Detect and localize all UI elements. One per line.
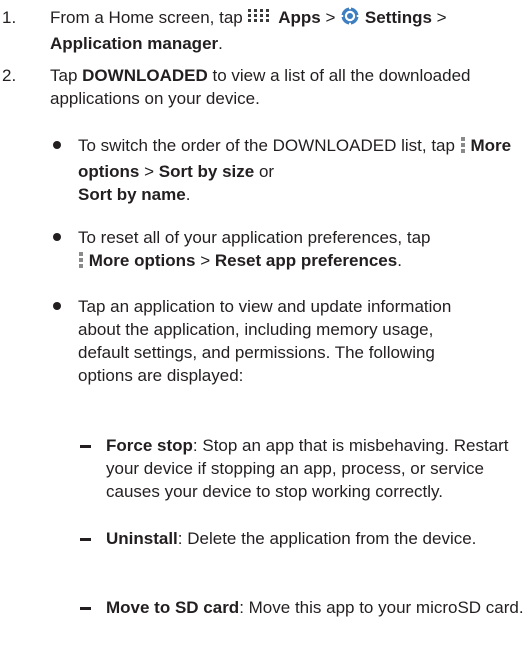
downloaded-label: DOWNLOADED (82, 66, 208, 85)
bullet-dot (53, 302, 61, 310)
apps-grid-icon (247, 8, 273, 32)
option-desc: : Delete the application from the device… (177, 529, 477, 548)
step-text: From a Home screen, tap Apps > Settings … (50, 6, 520, 55)
bullet-dot (53, 141, 61, 149)
bullet-dot (53, 233, 61, 241)
step-number: 2. (2, 66, 17, 85)
step-lead: Tap (50, 66, 78, 85)
bullet-text: Tap an application to view and update in… (78, 297, 452, 385)
period: . (185, 185, 191, 204)
dash-mark (80, 538, 91, 541)
separator: > (200, 251, 211, 270)
bullet-lead: To switch the order of the DOWNLOADED li… (78, 136, 455, 155)
more-options-icon (78, 251, 84, 275)
bullet-text: To switch the order of the DOWNLOADED li… (78, 134, 518, 206)
bullet-lead: To reset all of your application prefere… (78, 228, 431, 247)
step-number: 1. (2, 8, 17, 27)
settings-label: Settings (364, 8, 432, 27)
more-options-icon (460, 136, 466, 160)
sort-by-name-label: Sort by name (78, 185, 186, 204)
step-lead: From a Home screen, tap (50, 8, 243, 27)
reset-app-preferences-label: Reset app preferences (214, 251, 398, 270)
application-manager-label: Application manager (50, 34, 219, 53)
dash-mark (80, 445, 91, 448)
option-text: Move to SD card: Move this app to your m… (106, 596, 526, 619)
apps-label: Apps (278, 8, 321, 27)
option-text: Uninstall: Delete the application from t… (106, 527, 526, 550)
option-desc: : Move this app to your microSD card. (239, 598, 524, 617)
force-stop-label: Force stop (106, 436, 193, 455)
option-text: Force stop: Stop an app that is misbehav… (106, 434, 526, 503)
bullet-text: To reset all of your application prefere… (78, 226, 518, 275)
period: . (218, 34, 223, 53)
or-text: or (258, 162, 275, 181)
uninstall-label: Uninstall (106, 529, 178, 548)
dash-mark (80, 607, 91, 610)
step-text: Tap DOWNLOADED to view a list of all the… (50, 64, 520, 110)
settings-gear-icon (340, 6, 360, 32)
separator: > (325, 8, 336, 27)
move-to-sd-card-label: Move to SD card (106, 598, 240, 617)
more-options-label: More options (88, 251, 196, 270)
separator: > (144, 162, 155, 181)
period: . (397, 251, 402, 270)
separator: > (436, 8, 447, 27)
sort-by-size-label: Sort by size (158, 162, 255, 181)
